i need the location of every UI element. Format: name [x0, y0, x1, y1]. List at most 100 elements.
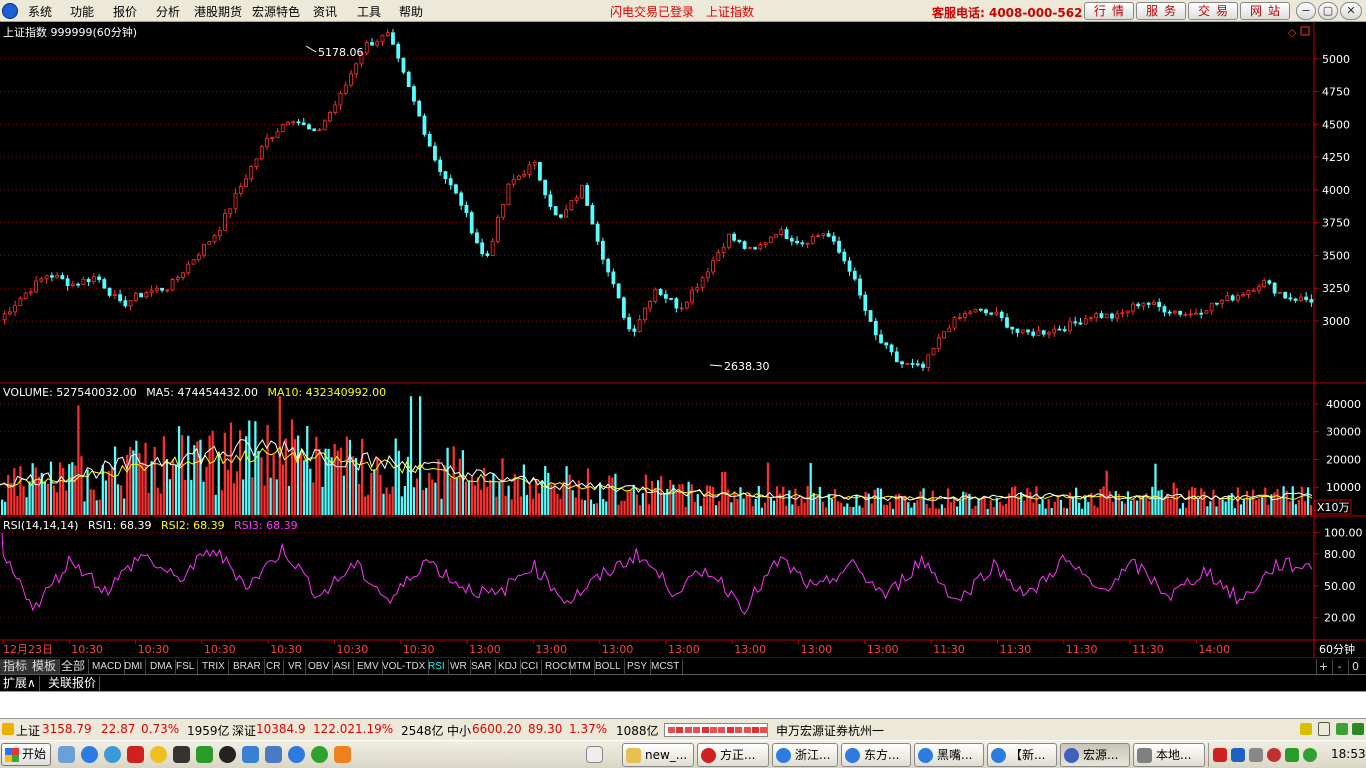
volume-bar	[31, 463, 34, 515]
volume-bar	[342, 475, 345, 515]
menu-system[interactable]: 系统	[28, 3, 52, 20]
volume-bar	[476, 477, 480, 515]
tab-模板[interactable]: 模板	[29, 659, 61, 674]
task-xin[interactable]: 【新...	[987, 743, 1057, 767]
zoom-out-button[interactable]: -	[1332, 659, 1346, 674]
candle	[517, 174, 521, 181]
candle	[55, 271, 60, 279]
tab-obv[interactable]: OBV	[305, 659, 334, 674]
ticker-icon[interactable]	[2, 723, 14, 735]
menu-tools[interactable]: 工具	[357, 3, 381, 20]
tray-network-icon[interactable]	[1231, 748, 1245, 762]
menu-quote[interactable]: 报价	[113, 3, 137, 20]
reset-button[interactable]: 0	[1348, 659, 1362, 674]
app-logo-icon[interactable]	[2, 3, 18, 19]
qq-icon[interactable]	[219, 746, 236, 763]
zoom-in-button[interactable]: +	[1316, 659, 1330, 674]
film-icon[interactable]	[173, 746, 190, 763]
tray-settings-icon[interactable]	[1249, 748, 1263, 762]
ie-icon[interactable]	[81, 746, 98, 763]
zx-name[interactable]: 中小	[447, 722, 471, 739]
volume-bar	[739, 487, 742, 515]
volume-bar	[385, 487, 388, 515]
tab-cci[interactable]: CCI	[518, 659, 543, 674]
keyboard-icon[interactable]	[586, 746, 603, 763]
tab-brar[interactable]: BRAR	[230, 659, 265, 674]
browser-icon[interactable]	[104, 746, 121, 763]
candle	[653, 287, 658, 304]
menu-info[interactable]: 资讯	[313, 3, 337, 20]
tab-boll[interactable]: BOLL	[592, 659, 625, 674]
sz-name[interactable]: 深证	[232, 722, 256, 739]
tab-sar[interactable]: SAR	[468, 659, 496, 674]
connection-icon[interactable]	[1336, 723, 1348, 735]
menu-help[interactable]: 帮助	[399, 3, 423, 20]
tray-security-icon[interactable]	[1267, 748, 1281, 762]
menu-function[interactable]: 功能	[70, 3, 94, 20]
tab-fsl[interactable]: FSL	[173, 659, 199, 674]
orange-icon[interactable]	[334, 746, 351, 763]
tab-全部[interactable]: 全部	[58, 659, 90, 674]
task-new[interactable]: new_...	[622, 743, 694, 767]
tab-asi[interactable]: ASI	[331, 659, 355, 674]
tab-mtm[interactable]: MTM	[565, 659, 595, 674]
restore-icon[interactable]: ▢	[1318, 2, 1338, 20]
calc-icon[interactable]	[196, 746, 213, 763]
tray-update-icon[interactable]	[1303, 748, 1317, 762]
menu-hk-futures[interactable]: 港股期货	[194, 3, 242, 20]
diamond-icon[interactable]: ◇	[1288, 26, 1297, 39]
status-icon[interactable]	[1352, 723, 1364, 735]
candle	[328, 110, 332, 123]
menu-hongyuan[interactable]: 宏源特色	[252, 3, 300, 20]
candle	[905, 362, 910, 365]
tab-cr[interactable]: CR	[263, 659, 285, 674]
notice-icon[interactable]	[1300, 723, 1312, 735]
trade-button[interactable]: 交易	[1188, 2, 1238, 20]
grid-icon[interactable]	[265, 746, 282, 763]
chart-area[interactable]: 上证指数 999999(60分钟) 5178.06 2638.30 ◇ 5000…	[0, 22, 1366, 657]
task-local[interactable]: 本地...	[1133, 743, 1205, 767]
tab-dma[interactable]: DMA	[147, 659, 177, 674]
service-button[interactable]: 服务	[1136, 2, 1186, 20]
tray-flag-icon[interactable]	[1213, 748, 1227, 762]
stock-chart[interactable]: 上证指数 999999(60分钟) 5178.06 2638.30 ◇ 5000…	[0, 22, 1366, 657]
task-heizui[interactable]: 黑嘴...	[914, 743, 984, 767]
period-label[interactable]: 60分钟	[1319, 642, 1355, 656]
tab-dmi[interactable]: DMI	[121, 659, 147, 674]
app-icon[interactable]	[127, 746, 144, 763]
sh-name[interactable]: 上证	[16, 722, 40, 739]
website-button[interactable]: 网站	[1240, 2, 1290, 20]
tray-app-icon[interactable]	[1285, 748, 1299, 762]
clock[interactable]: 18:53	[1331, 747, 1366, 761]
tab-指标[interactable]: 指标	[0, 659, 32, 674]
tab-rsi[interactable]: RSI	[425, 659, 449, 674]
candle	[317, 128, 322, 132]
tab-psy[interactable]: PSY	[624, 659, 652, 674]
signal-icon[interactable]	[1318, 722, 1330, 736]
volume-bar	[144, 442, 147, 515]
emoticon-icon[interactable]	[150, 746, 167, 763]
ie2-icon[interactable]	[288, 746, 305, 763]
start-button[interactable]: 开始	[1, 743, 51, 766]
tab-mcst[interactable]: MCST	[648, 659, 684, 674]
quote-button[interactable]: 行情	[1084, 2, 1134, 20]
desktop-icon[interactable]	[58, 746, 75, 763]
task-hongyuan[interactable]: 宏源...	[1060, 743, 1130, 767]
tab-vr[interactable]: VR	[285, 659, 306, 674]
task-fangzheng[interactable]: 方正...	[697, 743, 769, 767]
tab-expand[interactable]: 扩展∧	[0, 676, 40, 691]
tab-vol-tdx[interactable]: VOL-TDX	[379, 659, 430, 674]
minimize-icon[interactable]: −	[1296, 2, 1316, 20]
menu-analysis[interactable]: 分析	[156, 3, 180, 20]
tab-trix[interactable]: TRIX	[199, 659, 229, 674]
square-icon[interactable]	[1300, 26, 1310, 36]
refresh-icon[interactable]	[311, 746, 328, 763]
task-zhejiang[interactable]: 浙江...	[772, 743, 838, 767]
candle	[307, 122, 311, 130]
candle	[595, 221, 600, 245]
task-dongfang[interactable]: 东方...	[841, 743, 911, 767]
tab-macd[interactable]: MACD	[89, 659, 126, 674]
tab-related-quote[interactable]: 关联报价	[45, 676, 101, 691]
folder-icon[interactable]	[242, 746, 259, 763]
close-icon[interactable]: ✕	[1340, 2, 1362, 20]
